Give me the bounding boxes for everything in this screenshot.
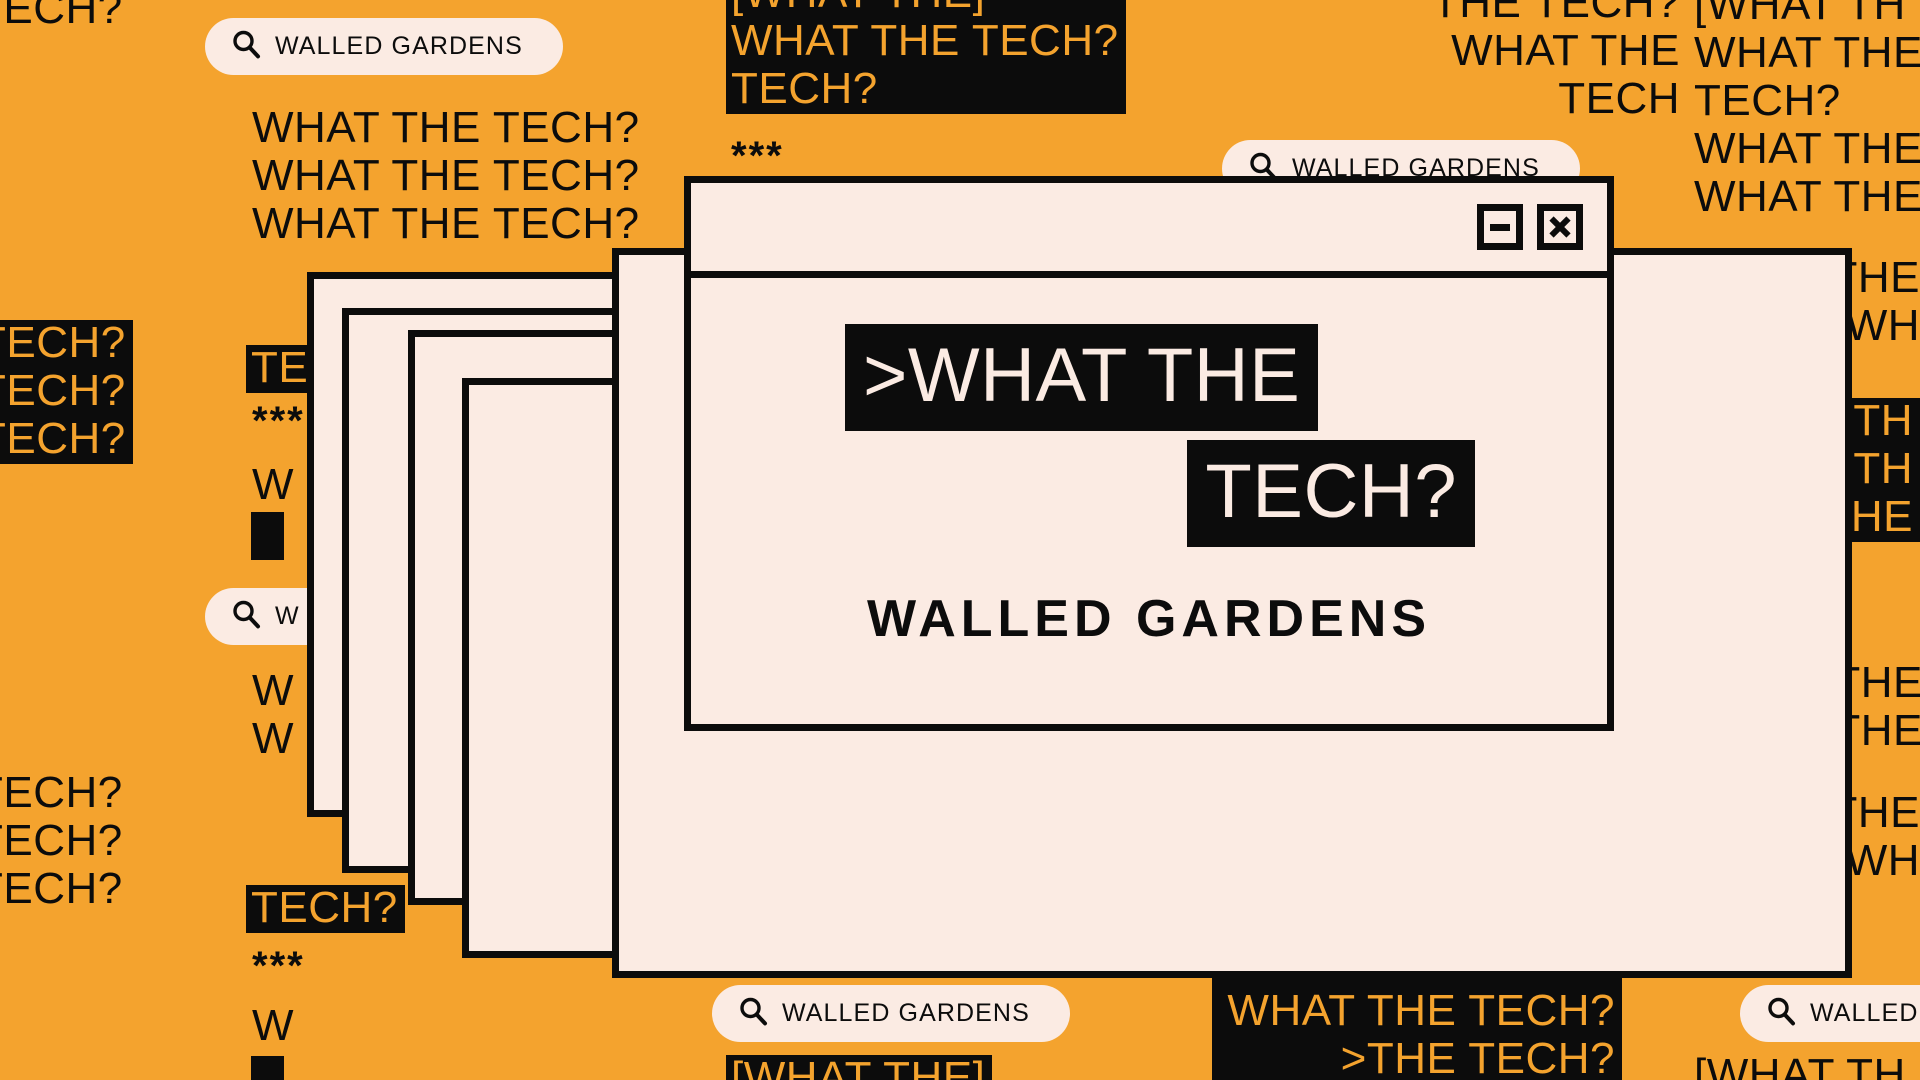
bg-text-left-bottom-stars: *** (252, 945, 305, 989)
bg-text-right-inner: THE TECH? WHAT THE TECH (1280, 0, 1680, 124)
bg-cursor-block (251, 512, 284, 560)
bg-line: WHAT THE TECH? (252, 103, 640, 152)
bg-line: >THE TECH? (1212, 1036, 1622, 1080)
bg-text-left-bottom-tech: TECH? (246, 885, 405, 933)
bg-text-center-top: [WHAT THE] WHAT THE TECH? TECH? (726, 0, 1126, 114)
close-icon (1549, 216, 1571, 238)
bg-text-left-stars: *** (252, 400, 305, 444)
main-window-titlebar[interactable] (691, 183, 1607, 278)
bg-line: W (252, 460, 295, 509)
bg-line: *** (731, 134, 784, 178)
search-icon (231, 29, 261, 64)
bg-line: TECH (1558, 74, 1680, 123)
bg-line: WHAT THE (1694, 28, 1920, 77)
bg-line: *** (252, 944, 305, 988)
bg-cursor-block-2 (251, 1056, 284, 1080)
main-window-body: >WHAT THE TECH? WALLED GARDENS (691, 278, 1607, 724)
bg-line: THE TECH? (1431, 0, 1680, 27)
main-title-line-1: >WHAT THE (845, 324, 1319, 431)
bg-line: WHAT THE (1451, 26, 1680, 75)
bg-text-left-lower: W W (252, 668, 294, 764)
bg-line: TECH? (0, 368, 133, 416)
search-pill-bottom-center[interactable]: WALLED GARDENS (712, 985, 1070, 1042)
main-window[interactable]: >WHAT THE TECH? WALLED GARDENS (684, 176, 1614, 731)
main-title-line-2-row: TECH? (727, 440, 1571, 547)
bg-text-far-left-top: TECH? (0, 0, 123, 34)
bg-line: TECH? (0, 320, 133, 368)
bg-text-left-upper: WHAT THE TECH? WHAT THE TECH? WHAT THE T… (252, 105, 640, 249)
bg-line: TECH? (0, 864, 123, 913)
bg-line: TECH? (0, 768, 123, 817)
bg-line: [WHAT TH (1694, 0, 1906, 29)
bg-text-far-right-e: [WHAT TH (1694, 1052, 1906, 1080)
poster-canvas: TECH? TECH? TECH? TECH? TECH? TECH? TECH… (0, 0, 1920, 1080)
bg-text-center-stars: *** (731, 135, 784, 179)
main-title-line-2: TECH? (1187, 440, 1475, 547)
search-icon (1766, 996, 1796, 1031)
search-icon (231, 599, 261, 634)
bg-line: W (252, 714, 295, 763)
minimize-button[interactable] (1477, 204, 1523, 250)
bg-line: WHAT THE TECH? (252, 151, 640, 200)
main-subtitle: WALLED GARDENS (867, 590, 1431, 648)
bg-line: W (252, 1001, 295, 1050)
search-pill-label: W (275, 602, 300, 630)
bg-line: TECH? (0, 816, 123, 865)
bg-text-center-bottom: [WHAT THE] (726, 1055, 993, 1080)
search-pill-label: WALLED (1810, 999, 1919, 1027)
bg-line: WHAT THE (1694, 172, 1920, 221)
bg-line: TECH? (726, 66, 1126, 114)
bg-text-left-bottom-w: W (252, 1003, 294, 1051)
search-pill-top-left[interactable]: WALLED GARDENS (205, 18, 563, 75)
minimize-icon (1490, 223, 1510, 231)
search-pill-label: WALLED GARDENS (275, 32, 523, 60)
search-pill-bottom-right[interactable]: WALLED (1740, 985, 1920, 1042)
main-title-line-1-row: >WHAT THE (727, 324, 1571, 431)
bg-line: WHAT THE TECH? (726, 18, 1126, 66)
bg-text-far-left-mid: TECH? TECH? TECH? (0, 320, 133, 464)
bg-line: [WHAT THE] (726, 1055, 993, 1080)
bg-line: [WHAT TH (1694, 1050, 1906, 1080)
bg-line: W (252, 666, 295, 715)
bg-line: TECH? (1694, 76, 1841, 125)
bg-line: TECH? (246, 885, 405, 933)
bg-line: TECH? (0, 0, 123, 33)
bg-line: WHAT THE TECH? (252, 199, 640, 248)
close-button[interactable] (1537, 204, 1583, 250)
bg-line: WHAT THE TECH? (1212, 988, 1622, 1036)
bg-line: *** (252, 399, 305, 443)
bg-line: WHAT THE (1694, 124, 1920, 173)
bg-text-far-right-a: [WHAT TH WHAT THE TECH? WHAT THE WHAT TH… (1694, 0, 1920, 222)
search-icon (738, 996, 768, 1031)
bg-line: TECH? (0, 416, 133, 464)
bg-text-far-left-bottom: TECH? TECH? TECH? (0, 770, 123, 914)
search-pill-label: WALLED GARDENS (782, 999, 1030, 1027)
bg-text-left-w: W (252, 462, 294, 510)
